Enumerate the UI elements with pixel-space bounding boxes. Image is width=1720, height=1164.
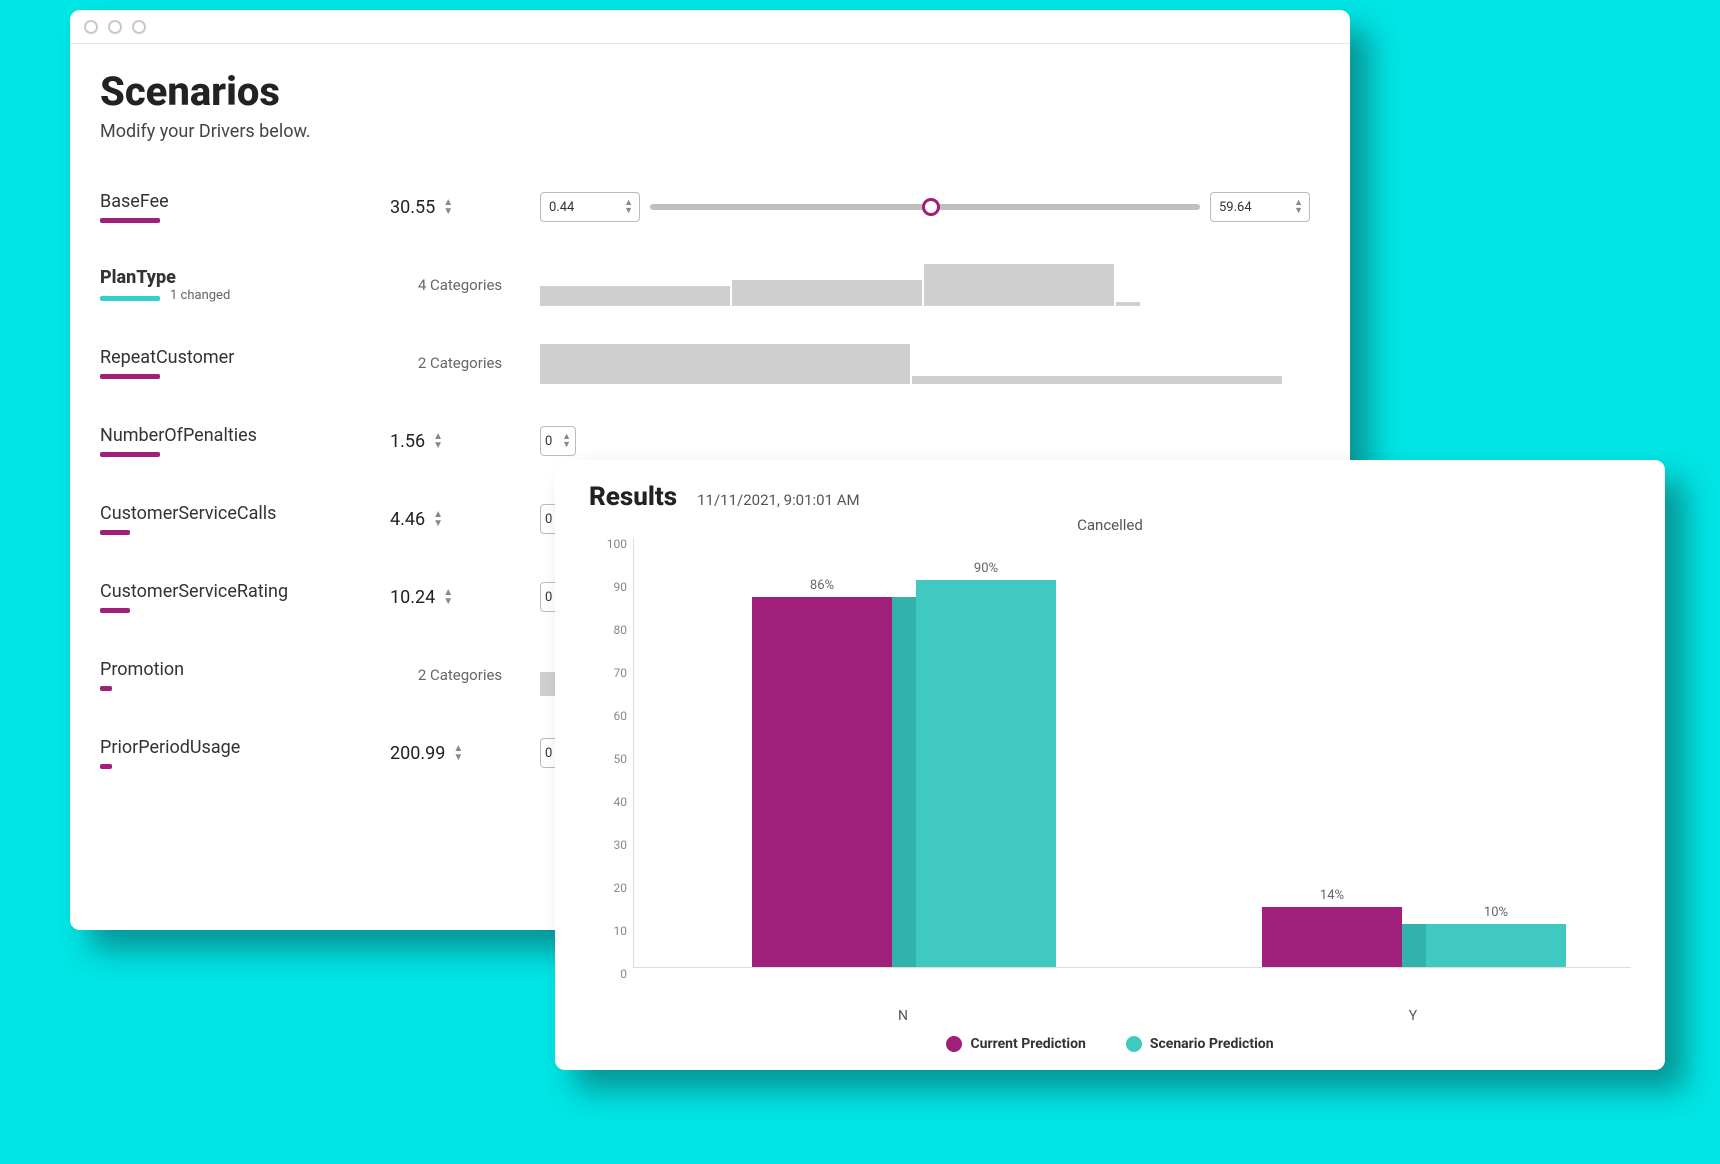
results-timestamp: 11/11/2021, 9:01:01 AM — [697, 491, 860, 509]
window-control-dot[interactable] — [132, 20, 146, 34]
driver-label: RepeatCustomer — [100, 347, 380, 368]
y-tick: 30 — [614, 838, 628, 852]
value-stepper[interactable]: ▲▼ — [433, 433, 443, 450]
bar-overlap — [892, 597, 916, 967]
driver-indicator — [100, 296, 160, 301]
chevron-down-icon: ▼ — [433, 442, 443, 450]
y-tick: 60 — [614, 709, 628, 723]
chevron-down-icon: ▼ — [624, 208, 633, 215]
driver-label: PlanType — [100, 267, 176, 288]
x-tick-label: N — [898, 1008, 908, 1024]
value-stepper[interactable]: ▲▼ — [433, 511, 443, 528]
driver-value: 1.56 — [390, 431, 425, 452]
chart-x-axis: NY — [633, 1004, 1631, 1030]
bar-overlap — [1402, 924, 1426, 967]
bar-scenario — [1426, 924, 1566, 967]
categories-label: 2 Categories — [390, 666, 530, 684]
results-title: Results — [589, 482, 677, 512]
driver-indicator — [100, 530, 130, 535]
legend-swatch-icon — [1126, 1036, 1142, 1052]
y-tick: 0 — [620, 967, 627, 981]
driver-indicator — [100, 452, 160, 457]
bar-current — [1262, 907, 1402, 967]
y-tick: 70 — [614, 666, 628, 680]
categories-label: 4 Categories — [390, 276, 530, 294]
driver-label: PriorPeriodUsage — [100, 737, 380, 758]
y-tick: 20 — [614, 881, 628, 895]
category-distribution[interactable] — [540, 342, 1320, 384]
x-tick-label: Y — [1409, 1008, 1417, 1024]
slider-min-input[interactable]: 0 ▲▼ — [540, 426, 576, 456]
chevron-down-icon: ▼ — [1294, 208, 1303, 215]
chevron-down-icon: ▼ — [433, 520, 443, 528]
driver-indicator — [100, 686, 112, 691]
category-distribution[interactable] — [540, 264, 1320, 306]
chevron-down-icon: ▼ — [443, 598, 453, 606]
chevron-down-icon: ▼ — [443, 208, 453, 216]
driver-label: CustomerServiceCalls — [100, 503, 380, 524]
bar-value-label: 86% — [810, 578, 834, 593]
driver-label: CustomerServiceRating — [100, 581, 380, 602]
legend-item-scenario: Scenario Prediction — [1126, 1036, 1274, 1052]
legend-item-current: Current Prediction — [946, 1036, 1085, 1052]
driver-indicator — [100, 764, 112, 769]
driver-label: BaseFee — [100, 191, 380, 212]
driver-row-plantype: PlanType 1 changed 4 Categories — [100, 246, 1320, 324]
value-stepper[interactable]: ▲▼ — [443, 199, 453, 216]
bar-value-label: 10% — [1484, 905, 1508, 920]
value-stepper[interactable]: ▲▼ — [443, 589, 453, 606]
driver-indicator — [100, 608, 130, 613]
legend-swatch-icon — [946, 1036, 962, 1052]
slider-max-input[interactable]: 59.64 ▲▼ — [1210, 192, 1310, 222]
y-tick: 50 — [614, 752, 628, 766]
categories-label: 2 Categories — [390, 354, 530, 372]
bar-value-label: 90% — [974, 561, 998, 576]
y-tick: 40 — [614, 795, 628, 809]
bar-scenario — [916, 580, 1056, 967]
driver-value: 4.46 — [390, 509, 425, 530]
bar-group — [1262, 907, 1566, 967]
driver-value: 200.99 — [390, 743, 445, 764]
driver-indicator — [100, 218, 160, 223]
y-tick: 10 — [614, 924, 628, 938]
driver-row-repeatcustomer: RepeatCustomer 2 Categories — [100, 324, 1320, 402]
bar-group — [752, 580, 1056, 967]
driver-value: 10.24 — [390, 587, 435, 608]
y-tick: 80 — [614, 623, 628, 637]
chevron-down-icon: ▼ — [453, 754, 463, 762]
y-tick: 100 — [607, 537, 627, 551]
results-chart: 0 10 20 30 40 50 60 70 80 90 100 86% 90% 14% 10% — [589, 538, 1631, 1004]
slider-handle[interactable] — [922, 198, 940, 216]
results-window: Results 11/11/2021, 9:01:01 AM Cancelled… — [555, 460, 1665, 1070]
driver-changed-note: 1 changed — [170, 288, 230, 303]
chart-title: Cancelled — [589, 516, 1631, 534]
slider-min-input[interactable]: 0.44 ▲▼ — [540, 192, 640, 222]
y-tick: 90 — [614, 580, 628, 594]
chart-y-axis: 0102030405060708090100 — [589, 538, 633, 968]
chart-plot-area: 86% 90% 14% 10% — [633, 538, 1631, 968]
bar-current — [752, 597, 892, 967]
window-control-dot[interactable] — [84, 20, 98, 34]
chevron-down-icon: ▼ — [562, 442, 571, 449]
bar-value-label: 14% — [1320, 888, 1344, 903]
driver-label: Promotion — [100, 659, 380, 680]
slider-track[interactable] — [650, 204, 1200, 210]
scenarios-title: Scenarios — [100, 68, 1320, 115]
window-title-bar — [70, 10, 1350, 44]
scenarios-subtitle: Modify your Drivers below. — [100, 121, 1320, 142]
driver-row-basefee: BaseFee 30.55 ▲▼ 0.44 ▲▼ 59.64 ▲▼ — [100, 168, 1320, 246]
driver-indicator — [100, 374, 160, 379]
driver-label: NumberOfPenalties — [100, 425, 380, 446]
driver-value: 30.55 — [390, 197, 435, 218]
chart-legend: Current Prediction Scenario Prediction — [589, 1036, 1631, 1052]
value-stepper[interactable]: ▲▼ — [453, 745, 463, 762]
window-control-dot[interactable] — [108, 20, 122, 34]
